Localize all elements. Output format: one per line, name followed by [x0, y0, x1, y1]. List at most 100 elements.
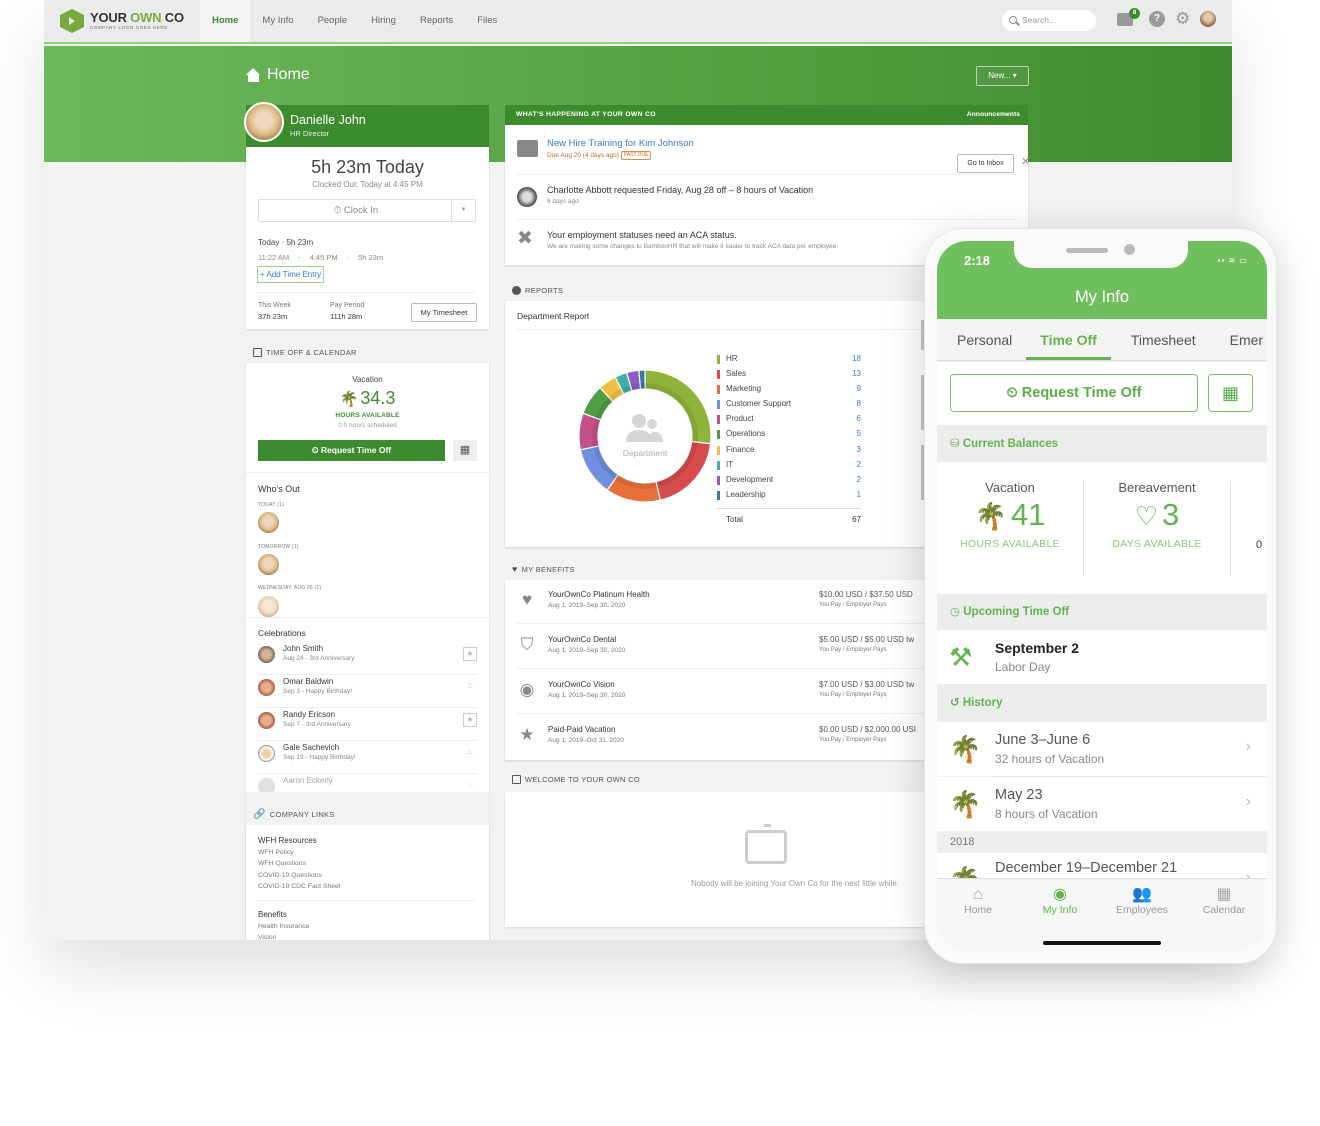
legend-value[interactable]: 6 — [857, 414, 861, 423]
legend-value[interactable]: 3 — [857, 445, 861, 454]
legend-item[interactable]: Sales 13 — [717, 368, 861, 383]
mobile-request-time-off-button[interactable]: ⏲ Request Time Off — [950, 374, 1198, 412]
legend-value[interactable]: 18 — [852, 354, 861, 363]
history-item[interactable]: 🌴 May 23 8 hours of Vacation › — [937, 777, 1267, 831]
legend-item[interactable]: IT 2 — [717, 459, 861, 474]
legend-swatch — [717, 490, 720, 500]
request-time-off-button[interactable]: ⏲ Request Time Off — [258, 440, 445, 461]
mobile-tab-time-off[interactable]: Time Off — [1026, 319, 1111, 360]
celebration-detail: Sep 7 - 3rd Anniversary — [283, 721, 351, 728]
celebration-item[interactable]: John Smith Aug 24 - 3rd Anniversary ★ — [258, 642, 477, 675]
history-item[interactable]: 🌴 June 3–June 6 32 hours of Vacation › — [937, 722, 1267, 776]
celebration-item[interactable]: Randy Ericson Sep 7 - 3rd Anniversary ★ — [258, 708, 477, 741]
celebration-item[interactable]: Aaron Eckerly ♨ — [258, 774, 477, 795]
search-input[interactable]: Search... — [1002, 10, 1096, 31]
nav-tab-my-info[interactable]: My Info — [250, 0, 305, 42]
company-link[interactable]: COVID-19 CDC Fact Sheet — [258, 883, 341, 890]
whos-out-avatar[interactable] — [258, 596, 279, 617]
benefit-item[interactable]: ⛉ YourOwnCo Dental Aug 1, 2019–Sep 30, 2… — [517, 625, 937, 669]
help-icon[interactable]: ? — [1149, 11, 1165, 27]
chevron-right-icon: › — [1245, 793, 1251, 810]
benefit-item[interactable]: ★ Paid-Paid Vacation Aug 1, 2019–Oct 31,… — [517, 715, 937, 759]
tabbar-label: Home — [963, 904, 992, 916]
legend-item[interactable]: Development 2 — [717, 474, 861, 489]
legend-item[interactable]: Marketing 9 — [717, 383, 861, 398]
clock-in-dropdown[interactable]: ▼ — [451, 200, 475, 221]
mobile-calculator-button[interactable]: ▦ — [1208, 374, 1253, 412]
legend-label: Product — [726, 414, 754, 424]
profile-name[interactable]: Danielle John — [290, 113, 366, 127]
inbox-icon[interactable]: 8 — [1117, 7, 1140, 26]
nav-tab-home[interactable]: Home — [200, 0, 251, 42]
mobile-screen: 2:18 ▪▪ ≋ ▭ My Info Personal Time Off Ti… — [937, 241, 1267, 951]
legend-item[interactable]: Leadership 1 — [717, 489, 861, 504]
legend-value[interactable]: 13 — [852, 369, 861, 378]
whats-happening-title: WHAT'S HAPPENING AT YOUR OWN CO — [516, 111, 656, 118]
mobile-tab-timesheet[interactable]: Timesheet — [1111, 319, 1210, 360]
profile-avatar[interactable] — [244, 102, 284, 142]
nav-tab-files[interactable]: Files — [465, 0, 509, 42]
close-icon[interactable]: ✕ — [1021, 155, 1030, 168]
legend-item[interactable]: HR 18 — [717, 353, 861, 368]
upcoming-item[interactable]: ⚒ September 2 Labor Day — [937, 630, 1267, 684]
legend-value[interactable]: 2 — [857, 475, 861, 484]
benefit-item[interactable]: ◉ YourOwnCo Vision Aug 1, 2019–Sep 30, 2… — [517, 670, 937, 714]
legend-value[interactable]: 5 — [857, 429, 861, 438]
legend-item[interactable]: Finance 3 — [717, 444, 861, 459]
mobile-tab-emergency[interactable]: Emer — [1210, 319, 1267, 360]
happening-item-title[interactable]: New Hire Training for Kim Johnson — [547, 138, 694, 149]
legend-swatch — [717, 415, 720, 425]
celebration-item[interactable]: Gale Sachevich Sep 19 - Happy Birthday! … — [258, 741, 477, 774]
this-week-stat: This Week 37h 23m — [258, 302, 291, 321]
balance-vacation[interactable]: Vacation 🌴 41 HOURS AVAILABLE — [937, 480, 1083, 550]
tabbar-calendar[interactable]: ▦ Calendar — [1183, 885, 1265, 916]
nav-tab-people[interactable]: People — [306, 0, 360, 42]
benefit-item[interactable]: ♥ YourOwnCo Platinum Health Aug 1, 2019–… — [517, 580, 937, 624]
company-link[interactable]: Vision — [258, 934, 276, 940]
legend-value[interactable]: 9 — [857, 384, 861, 393]
company-link[interactable]: Health Insurance — [258, 923, 309, 930]
mobile-request-row: ⏲ Request Time Off ▦ — [937, 362, 1267, 425]
whos-out-avatar[interactable] — [258, 512, 279, 533]
legend-value[interactable]: 2 — [857, 460, 861, 469]
company-link[interactable]: COVID-19 Questions — [258, 872, 322, 879]
benefit-name: YourOwnCo Vision — [548, 680, 615, 689]
birthday-cake-icon: ♨ — [466, 747, 474, 756]
my-timesheet-button[interactable]: My Timesheet — [411, 303, 477, 322]
balance-bereavement[interactable]: Bereavement ♡ 3 DAYS AVAILABLE — [1084, 480, 1230, 550]
new-button[interactable]: New... ▾ — [976, 66, 1029, 86]
divider — [258, 292, 476, 293]
legend-label: Finance — [726, 444, 755, 454]
add-time-entry-button[interactable]: + Add Time Entry — [257, 266, 325, 283]
gear-icon[interactable]: ⚙ — [1175, 10, 1190, 27]
welcome-card: Nobody will be joining Your Own Co for t… — [505, 792, 945, 927]
nav-tab-reports[interactable]: Reports — [408, 0, 465, 42]
company-link[interactable]: WFH Policy — [258, 849, 294, 856]
benefit-payer: You Pay / Employer Pays — [819, 602, 887, 608]
link-group-title: WFH Resources — [258, 836, 317, 845]
legend-item[interactable]: Operations 5 — [717, 428, 861, 443]
company-logo[interactable]: YOUR OWN CO COMPANY LOGO GOES HERE — [60, 9, 184, 33]
entry-start: 11:22 AM — [258, 253, 290, 262]
announcements-link[interactable]: Announcements — [967, 111, 1020, 118]
user-avatar[interactable] — [1200, 11, 1217, 27]
legend-item[interactable]: Customer Support 8 — [717, 398, 861, 413]
tabbar-employees[interactable]: 👥 Employees — [1101, 885, 1183, 916]
clock-in-button[interactable]: ⏱ Clock In ▼ — [258, 199, 476, 222]
nav-tab-hiring[interactable]: Hiring — [359, 0, 408, 42]
company-link[interactable]: WFH Questions — [258, 860, 306, 867]
mobile-tab-personal[interactable]: Personal — [937, 319, 1026, 360]
tabbar-home[interactable]: ⌂ Home — [937, 885, 1019, 916]
chevron-right-icon: › — [1245, 738, 1251, 755]
go-to-inbox-button[interactable]: Go to Inbox — [957, 154, 1014, 173]
calculator-button[interactable]: ▦ — [453, 440, 477, 461]
legend-item[interactable]: Product 6 — [717, 413, 861, 428]
hammer-icon: ⚒ — [949, 642, 973, 672]
legend-value[interactable]: 8 — [857, 399, 861, 408]
tabbar-my-info[interactable]: ◉ My Info — [1019, 885, 1101, 916]
celebration-avatar — [258, 646, 275, 663]
celebration-item[interactable]: Omar Baldwin Sep 3 - Happy Birthday! ♨ — [258, 675, 477, 708]
mobile-header: 2:18 ▪▪ ≋ ▭ My Info — [937, 241, 1267, 319]
legend-value[interactable]: 1 — [857, 490, 861, 499]
whos-out-avatar[interactable] — [258, 554, 279, 575]
